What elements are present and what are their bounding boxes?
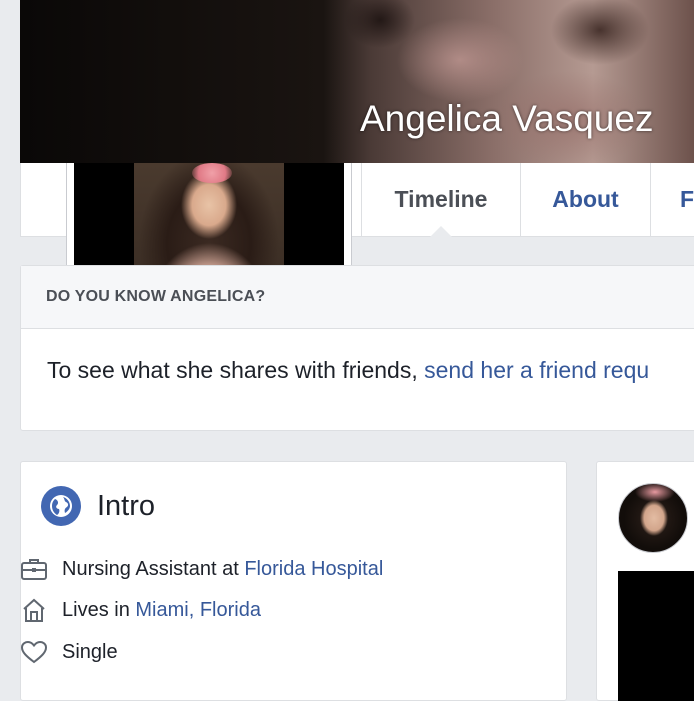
- globe-icon: [41, 486, 81, 526]
- profile-name[interactable]: Angelica Vasquez: [360, 98, 653, 140]
- work-place-link[interactable]: Florida Hospital: [244, 558, 383, 581]
- do-you-know-text: To see what she shares with friends,: [47, 357, 425, 383]
- post-author-avatar[interactable]: [618, 483, 688, 553]
- lives-location-link[interactable]: Miami, Florida: [135, 599, 261, 622]
- intro-title: Intro: [97, 489, 156, 522]
- active-tab-caret: [430, 226, 452, 237]
- lives-prefix: Lives in: [62, 598, 130, 621]
- send-friend-request-link[interactable]: send her a friend requ: [424, 357, 649, 383]
- home-icon: [20, 596, 48, 624]
- tab-friends[interactable]: F: [650, 163, 694, 236]
- intro-heading: Intro: [41, 486, 155, 526]
- post-card: [596, 461, 694, 701]
- do-you-know-header: DO YOU KNOW ANGELICA?: [21, 266, 694, 329]
- do-you-know-body: To see what she shares with friends, sen…: [21, 329, 694, 384]
- relationship-status: Single: [62, 640, 118, 663]
- intro-lives-row: Lives in Miami, Florida: [20, 596, 261, 624]
- tab-about[interactable]: About: [520, 163, 650, 236]
- briefcase-icon: [20, 555, 48, 583]
- heart-icon: [20, 638, 48, 666]
- intro-work-row: Nursing Assistant at Florida Hospital: [20, 555, 383, 583]
- post-image[interactable]: [618, 571, 694, 701]
- work-prefix: Nursing Assistant at: [62, 557, 239, 580]
- intro-relationship-row: Single: [20, 638, 118, 666]
- do-you-know-card: DO YOU KNOW ANGELICA? To see what she sh…: [20, 265, 694, 431]
- flower-crown: [192, 163, 232, 183]
